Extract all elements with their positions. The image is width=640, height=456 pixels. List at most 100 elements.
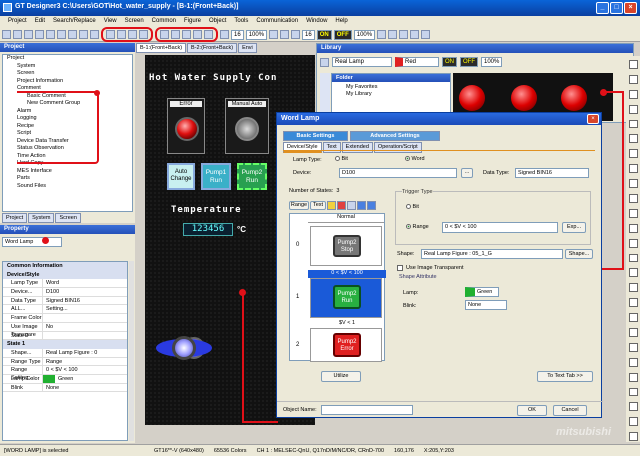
folder-item[interactable]: My Library <box>332 90 450 97</box>
property-row[interactable]: Shape... Real Lamp Figure : 0 <box>3 348 127 358</box>
property-value[interactable]: None <box>43 383 127 392</box>
new-icon[interactable] <box>2 30 11 39</box>
trend-icon[interactable] <box>628 328 638 337</box>
library-icon[interactable] <box>128 30 137 39</box>
script-icon[interactable] <box>628 342 638 352</box>
state-row-0[interactable]: 0 Pump2 Stop <box>290 224 386 268</box>
menu-item-help[interactable]: Help <box>335 18 347 28</box>
radio-icon[interactable] <box>405 156 410 162</box>
property-value[interactable]: Green <box>43 374 127 383</box>
tab-system[interactable]: System <box>28 213 55 223</box>
snap-icon[interactable] <box>399 30 409 39</box>
property-row[interactable]: Blink None <box>3 383 127 393</box>
arrow-icon[interactable] <box>628 253 638 263</box>
chart-icon[interactable] <box>628 298 638 308</box>
property-value[interactable]: Real Lamp Figure : 0 <box>43 348 127 357</box>
screen-tab[interactable]: B-2:(Front+Back) <box>187 43 238 53</box>
library-color-select[interactable]: Red <box>395 57 439 67</box>
pump1-run-switch[interactable]: Pump1 Run <box>201 163 231 190</box>
property-row[interactable]: Range Setting... 0 < $V < 100 <box>3 366 127 381</box>
state-row-2[interactable]: 2 Pump2 Error <box>290 328 386 362</box>
state-1-condition[interactable]: 0 < $V < 100 <box>308 270 386 278</box>
screen-tab[interactable]: Envi <box>238 43 257 53</box>
meter-icon[interactable] <box>628 313 638 323</box>
grid-tool-icon[interactable] <box>628 417 638 427</box>
tree-item[interactable]: System <box>3 63 132 71</box>
property-object-select[interactable]: Word Lamp <box>2 237 62 247</box>
zoom-fit-icon[interactable] <box>291 30 301 39</box>
temperature-display[interactable]: 123456 <box>183 223 233 236</box>
group-icon[interactable] <box>193 30 202 39</box>
error-lamp[interactable] <box>175 117 199 141</box>
paste-icon[interactable] <box>57 30 66 39</box>
exp-button[interactable]: Exp... <box>562 222 586 233</box>
tree-item[interactable]: Project Information <box>3 78 132 86</box>
property-row[interactable]: Lamp Type Word <box>3 279 127 289</box>
library-off-toggle[interactable]: OFF <box>460 57 478 67</box>
auto-change-switch[interactable]: Auto Change <box>167 163 195 190</box>
library-lamp-item[interactable] <box>561 85 587 111</box>
cancel-button[interactable]: Cancel <box>553 405 587 416</box>
maximize-button[interactable]: □ <box>610 2 623 14</box>
zoom-tool-icon[interactable] <box>628 372 638 382</box>
property-row[interactable]: Data Type Signed BIN16 <box>3 296 127 306</box>
switch-icon[interactable] <box>628 149 638 159</box>
select-tool-icon[interactable] <box>628 432 638 442</box>
menu-item-communication[interactable]: Communication <box>256 18 298 28</box>
ok-button[interactable]: OK <box>517 405 547 416</box>
property-value[interactable]: Signed BIN16 <box>43 296 127 305</box>
select-icon[interactable] <box>90 30 99 39</box>
menu-item-window[interactable]: Window <box>306 18 327 28</box>
dropdown-icon[interactable] <box>410 30 420 39</box>
ruler-tool-icon[interactable] <box>628 387 638 397</box>
lamp-type-word[interactable]: Word <box>405 156 425 162</box>
delete-state-icon[interactable] <box>337 201 346 210</box>
rectangle-icon[interactable] <box>628 89 638 99</box>
cut-icon[interactable] <box>35 30 44 39</box>
redo-icon[interactable] <box>79 30 88 39</box>
library-nav-icon[interactable] <box>320 57 329 67</box>
property-value[interactable]: Setting... <box>43 305 127 314</box>
library-zoom-select[interactable]: 100% <box>481 57 503 67</box>
menu-item-edit[interactable]: Edit <box>35 18 45 28</box>
save-icon[interactable] <box>24 30 33 39</box>
ungroup-icon[interactable] <box>204 30 213 39</box>
fill-icon[interactable] <box>628 238 638 248</box>
search-icon[interactable] <box>139 30 148 39</box>
blink-select[interactable]: None <box>465 300 507 310</box>
undo-icon[interactable] <box>68 30 77 39</box>
close-button[interactable]: × <box>624 2 637 14</box>
copy-state-icon[interactable] <box>347 201 356 210</box>
zoom-select[interactable]: 100% <box>245 29 268 40</box>
tab-advanced-settings[interactable]: Advanced Settings <box>350 131 440 141</box>
state-row-1[interactable]: 1 Pump2 Run <box>290 278 386 318</box>
tree-item[interactable]: Screen <box>3 70 132 78</box>
tree-item[interactable]: MES Interface <box>3 168 132 176</box>
library-lamp-item[interactable] <box>511 85 537 111</box>
range-button[interactable]: Range <box>289 201 309 210</box>
shape-button[interactable]: Shape... <box>565 249 593 259</box>
property-row[interactable]: Frame Color <box>3 314 127 323</box>
ruler-icon[interactable] <box>388 30 398 39</box>
copy-icon[interactable] <box>46 30 55 39</box>
tab-project[interactable]: Project <box>2 213 28 223</box>
menu-item-tools[interactable]: Tools <box>234 18 248 28</box>
object-name-input[interactable] <box>321 405 413 415</box>
subtab-text[interactable]: Text <box>322 142 341 153</box>
property-value[interactable]: D100 <box>43 288 127 296</box>
align-icon[interactable] <box>182 30 191 39</box>
minimize-button[interactable]: _ <box>596 2 609 14</box>
arrange-icon[interactable] <box>220 30 229 39</box>
subtab-extended[interactable]: Extended <box>341 142 373 153</box>
lamp-icon[interactable] <box>628 164 638 174</box>
to-text-tab-button[interactable]: To Text Tab >> <box>537 371 593 382</box>
line-icon[interactable] <box>628 60 638 69</box>
property-value[interactable]: Word <box>43 279 127 288</box>
trigger-range[interactable]: Range <box>406 224 429 230</box>
text-button[interactable]: Text <box>310 201 326 210</box>
library-type-select[interactable]: Real Lamp <box>332 57 392 67</box>
on-toggle[interactable]: ON <box>316 29 332 40</box>
dialog-close-button[interactable]: × <box>587 114 599 124</box>
text-icon[interactable] <box>628 134 638 144</box>
property-value[interactable]: 0 < $V < 100 <box>43 366 127 374</box>
